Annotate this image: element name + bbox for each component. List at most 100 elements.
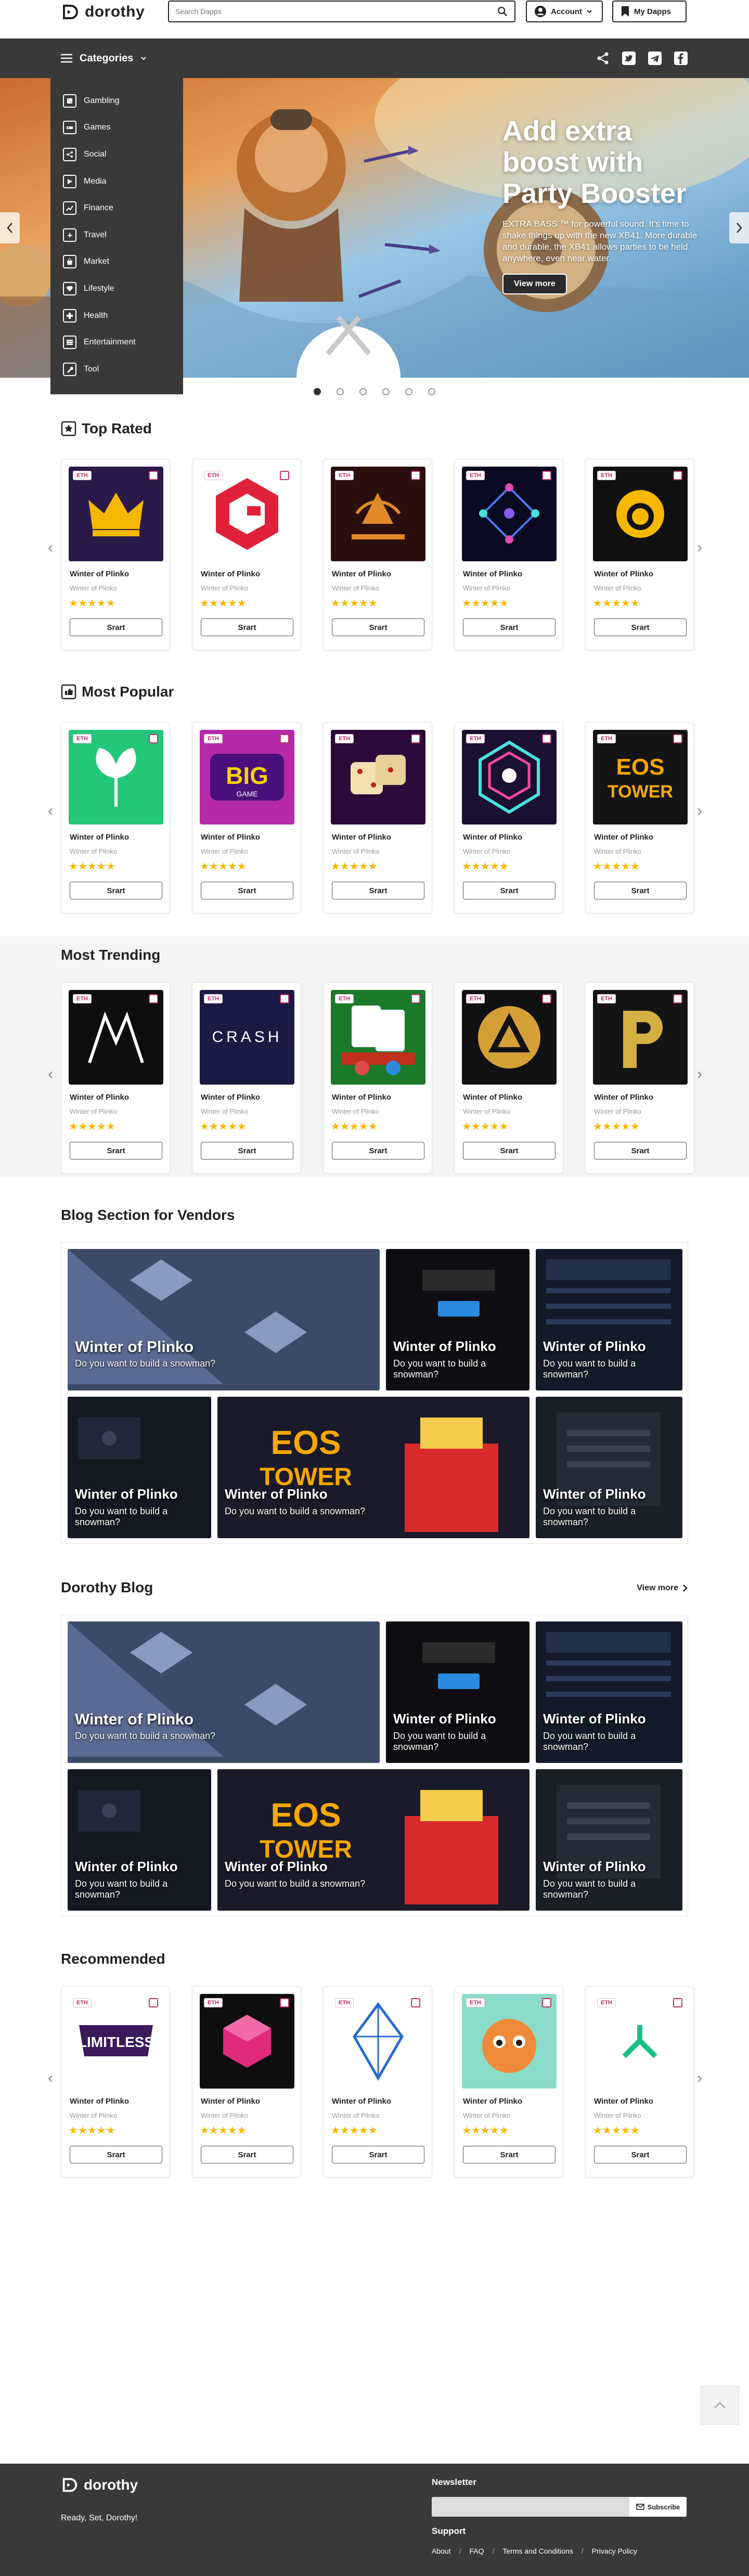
- dapp-thumbnail[interactable]: [462, 467, 557, 561]
- blog-tile[interactable]: Winter of Plinko Do you want to build a …: [536, 1621, 682, 1763]
- favorite-icon[interactable]: [280, 471, 289, 480]
- blog-tile[interactable]: EOS TOWER Winter of Plinko Do you want to…: [217, 1769, 530, 1911]
- view-more-link[interactable]: View more: [637, 1583, 688, 1593]
- scroll-left-button[interactable]: ‹: [44, 801, 57, 821]
- subscribe-button[interactable]: Subscribe: [629, 2497, 687, 2517]
- dapp-thumbnail[interactable]: [200, 1994, 294, 2089]
- dapp-thumbnail[interactable]: [593, 990, 688, 1085]
- dapp-thumbnail[interactable]: LIMITLESS: [69, 1994, 163, 2089]
- twitter-icon[interactable]: [622, 51, 636, 65]
- footer-link[interactable]: Privacy Policy: [592, 2547, 637, 2555]
- favorite-icon[interactable]: [280, 1998, 289, 2007]
- dapp-thumbnail[interactable]: [462, 730, 557, 825]
- dapp-card[interactable]: CRASH ETH Winter of Plinko Winter of Pli…: [192, 982, 301, 1174]
- favorite-icon[interactable]: [411, 994, 420, 1003]
- search-input[interactable]: [175, 7, 497, 16]
- dapp-thumbnail[interactable]: [69, 990, 163, 1085]
- dapp-thumbnail[interactable]: [593, 1994, 688, 2089]
- dapp-card[interactable]: ETH Winter of Plinko Winter of Plinko ★★…: [454, 982, 563, 1174]
- category-item-finance[interactable]: Finance: [50, 195, 183, 222]
- account-button[interactable]: Account: [526, 1, 603, 22]
- blog-tile[interactable]: Winter of Plinko Do you want to build a …: [536, 1397, 682, 1538]
- dapp-thumbnail[interactable]: [331, 1994, 425, 2089]
- scroll-right-button[interactable]: ›: [693, 1064, 706, 1085]
- category-item-travel[interactable]: Travel: [50, 222, 183, 249]
- hero-prev-button[interactable]: [0, 212, 20, 243]
- favorite-icon[interactable]: [673, 994, 682, 1003]
- dapp-card[interactable]: ETH Winter of Plinko Winter of Plinko ★★…: [454, 722, 563, 913]
- dapp-card[interactable]: ETH Winter of Plinko Winter of Plinko ★★…: [323, 722, 432, 913]
- dapp-thumbnail[interactable]: [462, 1994, 557, 2089]
- favorite-icon[interactable]: [673, 734, 682, 743]
- start-button[interactable]: Srart: [332, 882, 424, 899]
- category-item-lifestyle[interactable]: Lifestyle: [50, 275, 183, 302]
- start-button[interactable]: Srart: [463, 619, 556, 636]
- category-item-social[interactable]: Social: [50, 141, 183, 168]
- scroll-right-button[interactable]: ›: [693, 537, 706, 558]
- footer-link[interactable]: About: [432, 2547, 451, 2555]
- share-icon[interactable]: [596, 51, 610, 65]
- favorite-icon[interactable]: [542, 734, 551, 743]
- favorite-icon[interactable]: [411, 471, 420, 480]
- telegram-icon[interactable]: [648, 51, 662, 65]
- category-item-health[interactable]: Health: [50, 302, 183, 329]
- scroll-left-button[interactable]: ‹: [44, 537, 57, 558]
- favorite-icon[interactable]: [280, 994, 289, 1003]
- category-item-games[interactable]: Games: [50, 114, 183, 141]
- facebook-icon[interactable]: [674, 51, 688, 65]
- dapp-thumbnail[interactable]: BIG GAME: [200, 730, 294, 825]
- category-item-media[interactable]: Media: [50, 168, 183, 195]
- footer-logo[interactable]: dorothy: [61, 2476, 138, 2494]
- start-button[interactable]: Srart: [70, 882, 162, 899]
- start-button[interactable]: Srart: [201, 1142, 293, 1160]
- blog-tile[interactable]: Winter of Plinko Do you want to build a …: [386, 1249, 530, 1390]
- start-button[interactable]: Srart: [70, 2146, 162, 2163]
- footer-link[interactable]: Terms and Conditions: [502, 2547, 573, 2555]
- dapp-thumbnail[interactable]: [331, 730, 425, 825]
- dapp-thumbnail[interactable]: [331, 467, 425, 561]
- carousel-dot[interactable]: [359, 388, 367, 395]
- dapp-card[interactable]: ETH Winter of Plinko Winter of Plinko ★★…: [192, 1986, 301, 2178]
- favorite-icon[interactable]: [411, 734, 420, 743]
- dapp-card[interactable]: ETH Winter of Plinko Winter of Plinko ★★…: [61, 722, 170, 913]
- dapp-thumbnail[interactable]: [69, 467, 163, 561]
- dapp-card[interactable]: EOS TOWER ETH Winter of Plinko Winter of …: [585, 722, 694, 913]
- newsletter-email-input[interactable]: [432, 2497, 629, 2517]
- dapp-card[interactable]: LIMITLESS ETH Winter of Plinko Winter of…: [61, 1986, 170, 2178]
- dapp-thumbnail[interactable]: CRASH: [200, 990, 294, 1085]
- favorite-icon[interactable]: [149, 734, 158, 743]
- category-item-gambling[interactable]: Gambling: [50, 87, 183, 114]
- dapp-card[interactable]: ETH Winter of Plinko Winter of Plinko ★★…: [454, 1986, 563, 2178]
- dapp-card[interactable]: ETH Winter of Plinko Winter of Plinko ★★…: [61, 982, 170, 1174]
- carousel-dot[interactable]: [405, 388, 412, 395]
- favorite-icon[interactable]: [149, 994, 158, 1003]
- favorite-icon[interactable]: [149, 471, 158, 480]
- dapp-card[interactable]: ETH Winter of Plinko Winter of Plinko ★★…: [454, 459, 563, 650]
- start-button[interactable]: Srart: [594, 882, 687, 899]
- dapp-card[interactable]: ETH Winter of Plinko Winter of Plinko ★★…: [585, 1986, 694, 2178]
- carousel-dot[interactable]: [382, 388, 390, 395]
- hero-next-button[interactable]: [729, 212, 749, 243]
- dapp-thumbnail[interactable]: [462, 990, 557, 1085]
- dapp-card[interactable]: ETH Winter of Plinko Winter of Plinko ★★…: [323, 982, 432, 1174]
- favorite-icon[interactable]: [411, 1998, 420, 2007]
- favorite-icon[interactable]: [542, 471, 551, 480]
- blog-tile[interactable]: Winter of Plinko Do you want to build a …: [536, 1769, 682, 1911]
- favorite-icon[interactable]: [673, 471, 682, 480]
- carousel-dot[interactable]: [428, 388, 435, 395]
- dapp-thumbnail[interactable]: EOS TOWER: [593, 730, 688, 825]
- footer-link[interactable]: FAQ: [469, 2547, 484, 2555]
- blog-tile[interactable]: Winter of Plinko Do you want to build a …: [68, 1249, 380, 1390]
- start-button[interactable]: Srart: [332, 1142, 424, 1160]
- dapp-thumbnail[interactable]: [200, 467, 294, 561]
- start-button[interactable]: Srart: [463, 2146, 556, 2163]
- category-item-market[interactable]: Market: [50, 249, 183, 276]
- my-dapps-button[interactable]: My Dapps: [612, 1, 687, 22]
- dapp-card[interactable]: ETH Winter of Plinko Winter of Plinko ★★…: [323, 459, 432, 650]
- start-button[interactable]: Srart: [332, 2146, 424, 2163]
- carousel-dot[interactable]: [314, 388, 321, 395]
- hero-view-more-button[interactable]: View more: [502, 274, 567, 294]
- favorite-icon[interactable]: [542, 994, 551, 1003]
- blog-tile[interactable]: Winter of Plinko Do you want to build a …: [68, 1769, 211, 1911]
- start-button[interactable]: Srart: [332, 619, 424, 636]
